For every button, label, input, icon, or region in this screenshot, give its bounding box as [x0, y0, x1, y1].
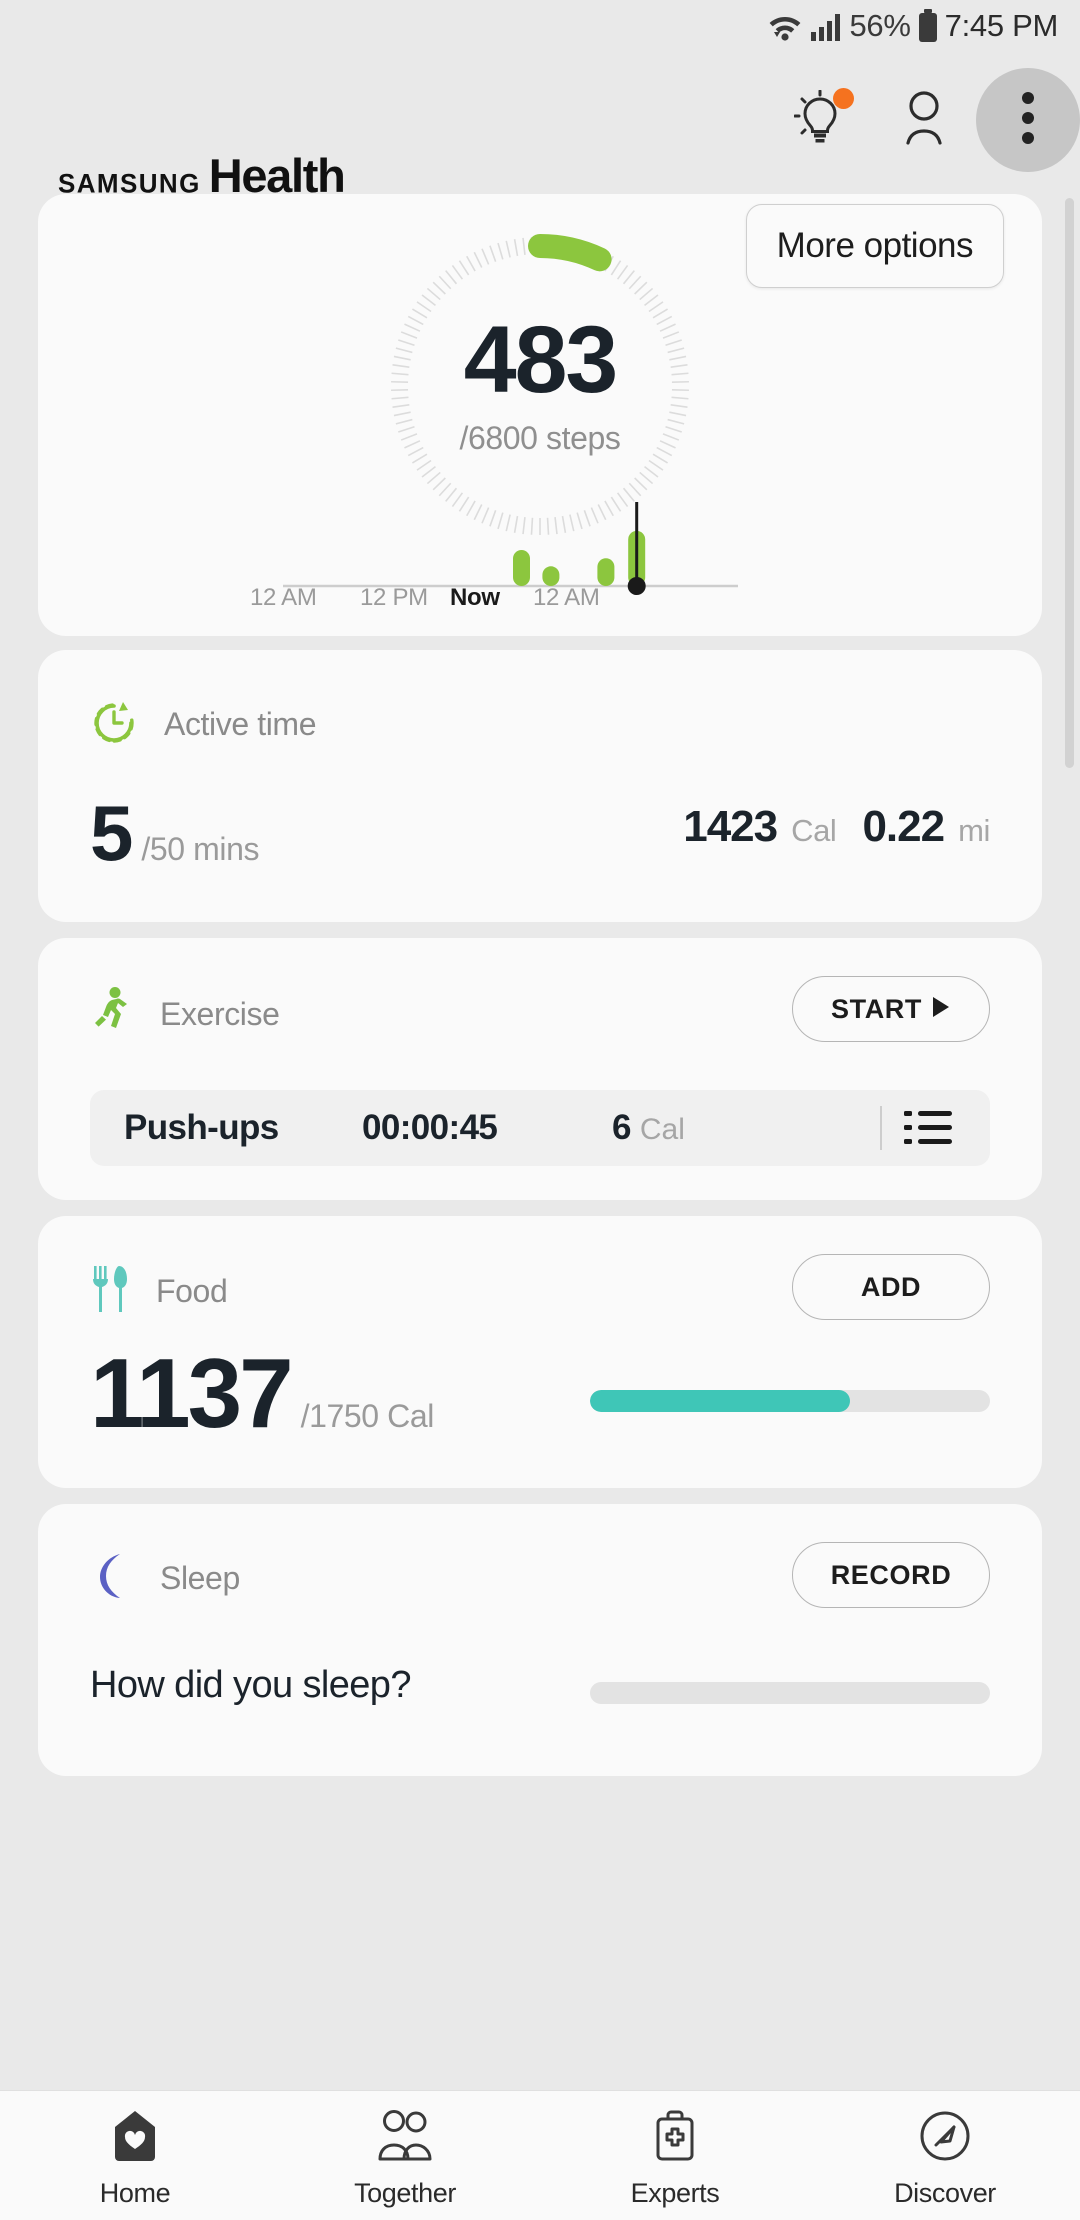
app-screen: 56% 7:45 PM SAMSUNG Health 483 /6800 ste…	[0, 0, 1080, 2220]
food-add-button[interactable]: ADD	[792, 1254, 990, 1320]
distance-unit: mi	[958, 813, 990, 848]
food-label: Food	[156, 1273, 228, 1309]
tips-button[interactable]	[768, 68, 872, 172]
nav-item-discover[interactable]: Discover	[810, 2091, 1080, 2220]
active-time-label: Active time	[164, 706, 317, 742]
timeline-label-0: 12 AM	[250, 584, 317, 611]
food-goal-label: /1750 Cal	[300, 1398, 435, 1434]
steps-card[interactable]: 483 /6800 steps More options 12 AM 12 PM…	[38, 194, 1042, 636]
fork-knife-icon	[90, 1264, 130, 1319]
overflow-menu-button[interactable]	[976, 68, 1080, 172]
food-value-row: 1137 /1750 Cal	[90, 1344, 434, 1442]
nav-label-discover: Discover	[894, 2177, 996, 2208]
food-progress-fill	[590, 1390, 850, 1412]
timeline-label-3: 12 AM	[533, 584, 600, 611]
calories-unit: Cal	[791, 813, 837, 848]
exercise-start-label: START	[831, 993, 922, 1024]
active-time-metrics: 1423 Cal 0.22 mi	[683, 802, 990, 852]
distance-value: 0.22	[862, 802, 945, 851]
steps-goal-label: /6800 steps	[459, 419, 621, 456]
nav-item-together[interactable]: Together	[270, 2091, 540, 2220]
food-value: 1137	[90, 1338, 294, 1448]
wifi-icon	[767, 10, 803, 42]
sleep-card[interactable]: Sleep RECORD How did you sleep?	[38, 1504, 1042, 1776]
play-icon	[932, 994, 951, 1025]
steps-timeline-chart: 12 AM 12 PM Now 12 AM	[38, 494, 1042, 624]
nav-label-home: Home	[99, 2177, 171, 2208]
notification-dot	[833, 88, 854, 109]
calories-value: 1423	[683, 802, 778, 851]
scrollbar-thumb[interactable]	[1065, 198, 1074, 768]
medkit-icon	[651, 2109, 699, 2168]
more-options-tooltip[interactable]: More options	[745, 204, 1004, 288]
nav-label-experts: Experts	[630, 2177, 720, 2208]
food-card[interactable]: Food ADD 1137 /1750 Cal	[38, 1216, 1042, 1488]
sleep-header: Sleep	[90, 1552, 240, 1605]
running-person-icon	[90, 986, 134, 1043]
sleep-question: How did you sleep?	[90, 1664, 411, 1706]
timeline-label-1: 12 PM	[360, 584, 428, 611]
sleep-progress-bar	[590, 1682, 990, 1704]
compass-icon	[919, 2109, 971, 2168]
moon-icon	[90, 1552, 134, 1605]
sleep-record-label: RECORD	[830, 1559, 952, 1590]
food-progress-bar	[590, 1390, 990, 1412]
exercise-entry-calories-value: 6	[612, 1108, 631, 1147]
exercise-row-divider	[880, 1106, 882, 1150]
list-icon[interactable]	[904, 1106, 956, 1150]
people-icon	[377, 2109, 433, 2168]
exercise-entry-calories-unit: Cal	[639, 1113, 685, 1146]
bottom-navigation: Home Together Experts Discover	[0, 2090, 1080, 2220]
food-header: Food	[90, 1264, 228, 1319]
sleep-label: Sleep	[160, 1560, 240, 1596]
active-time-clock-icon	[90, 698, 138, 751]
nav-item-home[interactable]: Home	[0, 2091, 270, 2220]
status-bar: 56% 7:45 PM	[0, 0, 1080, 52]
battery-icon	[918, 9, 938, 43]
exercise-card[interactable]: Exercise START Push-ups 00:00:45 6 Cal	[38, 938, 1042, 1200]
profile-button[interactable]	[872, 68, 976, 172]
cellular-signal-icon	[810, 10, 842, 42]
exercise-entry-calories: 6 Cal	[612, 1108, 685, 1148]
clock-label: 7:45 PM	[944, 8, 1059, 43]
battery-percent-label: 56%	[849, 8, 911, 43]
active-time-unit: /50 mins	[141, 831, 260, 867]
timeline-label-now: Now	[450, 584, 500, 611]
exercise-entry-row[interactable]: Push-ups 00:00:45 6 Cal	[90, 1090, 990, 1166]
active-time-value: 5	[90, 789, 133, 877]
steps-value: 483	[463, 307, 619, 414]
exercise-start-button[interactable]: START	[792, 976, 990, 1042]
app-bar-actions	[768, 52, 1080, 188]
food-add-label: ADD	[860, 1271, 922, 1302]
active-time-card[interactable]: Active time 5 /50 mins 1423 Cal 0.22 mi	[38, 650, 1042, 922]
profile-icon	[899, 89, 949, 152]
exercise-header: Exercise	[90, 986, 280, 1043]
exercise-entry-name: Push-ups	[124, 1108, 279, 1147]
exercise-entry-duration: 00:00:45	[362, 1108, 498, 1147]
sleep-record-button[interactable]: RECORD	[792, 1542, 990, 1608]
active-time-header: Active time	[90, 698, 316, 751]
exercise-label: Exercise	[160, 996, 280, 1032]
active-time-value-row: 5 /50 mins	[90, 789, 260, 877]
content-scroll-area[interactable]: 483 /6800 steps More options 12 AM 12 PM…	[0, 188, 1080, 2090]
home-icon	[111, 2109, 159, 2168]
nav-label-together: Together	[354, 2177, 456, 2208]
more-vertical-icon	[1021, 91, 1035, 150]
timeline-axis-labels: 12 AM 12 PM Now 12 AM	[38, 584, 1042, 624]
nav-item-experts[interactable]: Experts	[540, 2091, 810, 2220]
